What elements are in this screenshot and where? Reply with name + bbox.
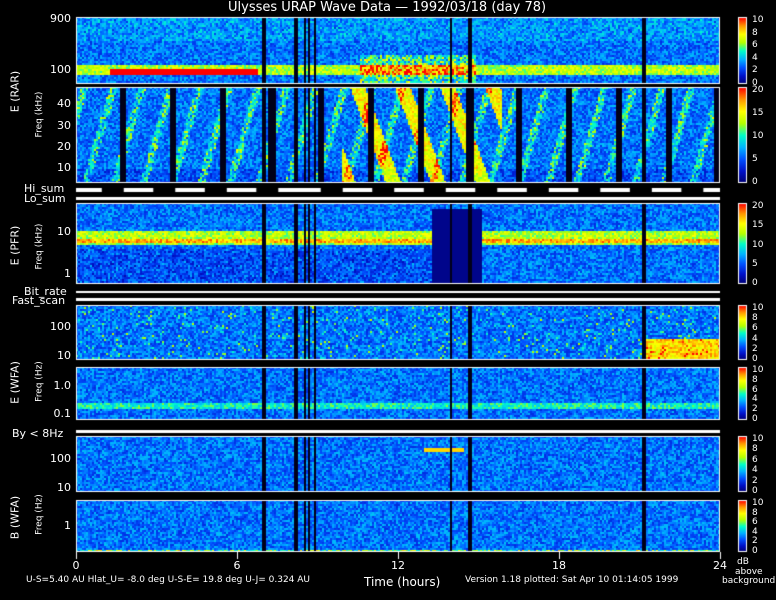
strip-label-by: By < 8Hz: [12, 428, 63, 439]
colorbar-tick-rar_low-4: 0: [752, 178, 758, 187]
colorbar-tick-wfa_e_high-3: 4: [752, 335, 758, 344]
colorbar-tick-wfa_b_high-0: 10: [752, 435, 763, 444]
colorbar-tick-pfr-0: 20: [752, 202, 763, 211]
colorbar-tick-rar_high-4: 2: [752, 66, 758, 75]
spectrogram-canvas: [0, 0, 776, 600]
colorbar-tick-wfa_e_high-1: 8: [752, 314, 758, 323]
colorbar-tick-rar_high-3: 4: [752, 54, 758, 63]
ytick-label-wfa_e_high-1: 10: [57, 350, 71, 361]
panel-label-pfr: E (PFR): [10, 219, 21, 273]
ytick-label-rar_low-1: 30: [57, 120, 71, 131]
colorbar-tick-rar_high-2: 6: [752, 41, 758, 50]
xtick-label-4: 24: [710, 560, 730, 571]
ytick-label-wfa_b_high-1: 10: [57, 482, 71, 493]
colorbar-tick-wfa_e_low-0: 10: [752, 366, 763, 375]
chart-title: Ulysses URAP Wave Data — 1992/03/18 (day…: [228, 1, 546, 14]
colorbar-tick-wfa_e_low-4: 2: [752, 405, 758, 414]
xtick-label-3: 18: [549, 560, 569, 571]
colorbar-tick-wfa_b_low-2: 6: [752, 518, 758, 527]
strip-label-fast-scan: Fast_scan: [12, 295, 65, 306]
panel-unit-wfa-e: Freq (Hz): [36, 356, 45, 408]
strip-label-lo-sum: Lo_sum: [24, 193, 66, 204]
colorbar-tick-wfa_e_low-5: 0: [752, 415, 758, 424]
panel-label-wfa-b: B (WFA): [10, 492, 21, 544]
colorbar-tick-wfa_e_high-5: 0: [752, 355, 758, 364]
footer-orbit-info: U-S=5.40 AU Hlat_U= -8.0 deg U-S-E= 19.8…: [26, 576, 310, 585]
colorbar-tick-wfa_b_high-1: 8: [752, 445, 758, 454]
colorbar-tick-pfr-2: 10: [752, 241, 763, 250]
colorbar-tick-wfa_b_high-2: 6: [752, 456, 758, 465]
colorbar-tick-wfa_e_low-3: 4: [752, 395, 758, 404]
colorbar-tick-wfa_e_high-0: 10: [752, 304, 763, 313]
panel-label-rar: E (RAR): [10, 67, 21, 117]
colorbar-tick-wfa_b_low-5: 0: [752, 547, 758, 556]
colorbar-tick-pfr-3: 5: [752, 260, 758, 269]
x-axis-title: Time (hours): [364, 576, 440, 588]
colorbar-tick-wfa_e_low-2: 6: [752, 386, 758, 395]
panel-unit-rar: Freq (kHz): [36, 87, 45, 143]
colorbar-tick-wfa_e_high-4: 2: [752, 345, 758, 354]
xtick-label-2: 12: [388, 560, 408, 571]
colorbar-tick-wfa_b_low-0: 10: [752, 499, 763, 508]
ytick-label-rar_low-3: 10: [57, 162, 71, 173]
ytick-label-rar_high-1: 100: [50, 64, 71, 75]
ytick-label-wfa_b_high-0: 100: [50, 453, 71, 464]
panel-unit-wfa-b: Freq (Hz): [36, 489, 45, 541]
colorbar-unit-background: background: [722, 577, 775, 586]
colorbar-tick-rar_low-2: 10: [752, 132, 763, 141]
xtick-label-0: 0: [66, 560, 86, 571]
panel-unit-pfr: Freq (kHz): [36, 219, 45, 275]
colorbar-tick-rar_high-0: 10: [752, 16, 763, 25]
ytick-label-rar_high-0: 900: [50, 13, 71, 24]
colorbar-tick-rar_low-0: 20: [752, 86, 763, 95]
ytick-label-wfa_e_low-0: 1.0: [54, 380, 72, 391]
xtick-label-1: 6: [227, 560, 247, 571]
colorbar-tick-wfa_b_high-4: 2: [752, 477, 758, 486]
ytick-label-rar_low-2: 20: [57, 141, 71, 152]
colorbar-tick-rar_low-3: 5: [752, 155, 758, 164]
colorbar-tick-rar_low-1: 15: [752, 109, 763, 118]
colorbar-tick-rar_high-1: 8: [752, 29, 758, 38]
ytick-label-pfr-1: 1: [64, 268, 71, 279]
ytick-label-rar_low-0: 40: [57, 98, 71, 109]
ytick-label-wfa_b_low-0: 1: [64, 520, 71, 531]
panel-label-wfa-e: E (WFA): [10, 357, 21, 409]
colorbar-tick-wfa_b_high-5: 0: [752, 487, 758, 496]
ytick-label-wfa_e_low-1: 0.1: [54, 408, 72, 419]
ytick-label-wfa_e_high-0: 100: [50, 321, 71, 332]
colorbar-tick-wfa_e_high-2: 6: [752, 324, 758, 333]
colorbar-tick-wfa_b_high-3: 4: [752, 466, 758, 475]
colorbar-unit-db: dB: [737, 558, 749, 567]
footer-version: Version 1.18 plotted: Sat Apr 10 01:14:0…: [465, 576, 678, 585]
colorbar-tick-pfr-4: 0: [752, 279, 758, 288]
colorbar-tick-wfa_e_low-1: 8: [752, 376, 758, 385]
colorbar-tick-pfr-1: 15: [752, 221, 763, 230]
ytick-label-pfr-0: 10: [57, 226, 71, 237]
